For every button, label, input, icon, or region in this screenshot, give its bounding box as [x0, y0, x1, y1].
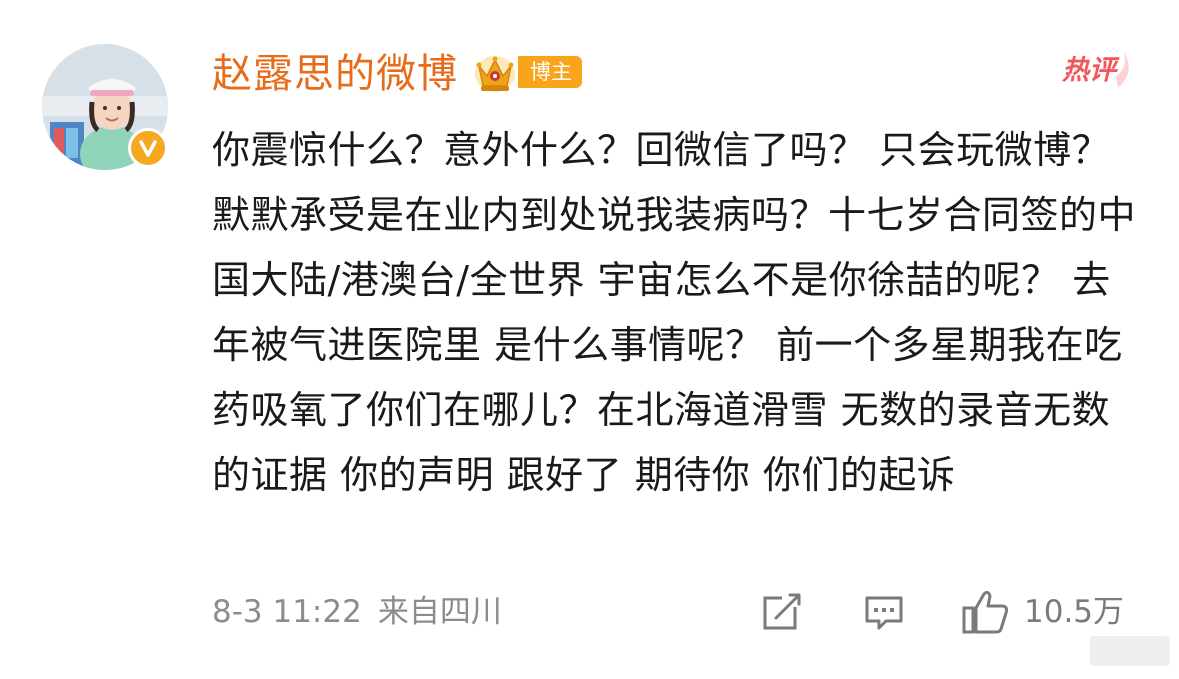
reply-button[interactable] — [862, 590, 906, 634]
verified-v-icon — [128, 128, 168, 168]
hot-comment-tag: 热评 — [1058, 48, 1138, 92]
location: 来自四川 — [377, 594, 502, 630]
watermark-overlay — [1090, 636, 1170, 666]
comment-icon — [865, 596, 903, 630]
comment-meta: 8-3 11:22 来自四川 — [212, 590, 502, 634]
avatar-container[interactable] — [42, 44, 168, 170]
comment-text: 你震惊什么？意外什么？回微信了吗？ 只会玩微博？默默承受是在业内到处说我装病吗？… — [212, 128, 1137, 497]
comment-card: 赵露思的微博 博主 热评 你震惊什么？意外什么？回微信了吗？ 只会玩微博？默默承… — [0, 0, 1179, 679]
timestamp: 8-3 11:22 — [212, 594, 362, 630]
like-count: 10.5万 — [1024, 594, 1125, 630]
crown-icon — [475, 56, 515, 92]
like-button[interactable]: 10.5万 — [960, 590, 1124, 634]
hot-tag-label: 热评 — [1062, 55, 1116, 86]
username-link[interactable]: 赵露思的微博 — [212, 48, 458, 100]
share-edit-icon — [763, 593, 802, 630]
blogger-badge: 博主 — [518, 56, 582, 88]
thumbs-up-icon — [962, 590, 1009, 634]
share-button[interactable] — [760, 590, 804, 634]
